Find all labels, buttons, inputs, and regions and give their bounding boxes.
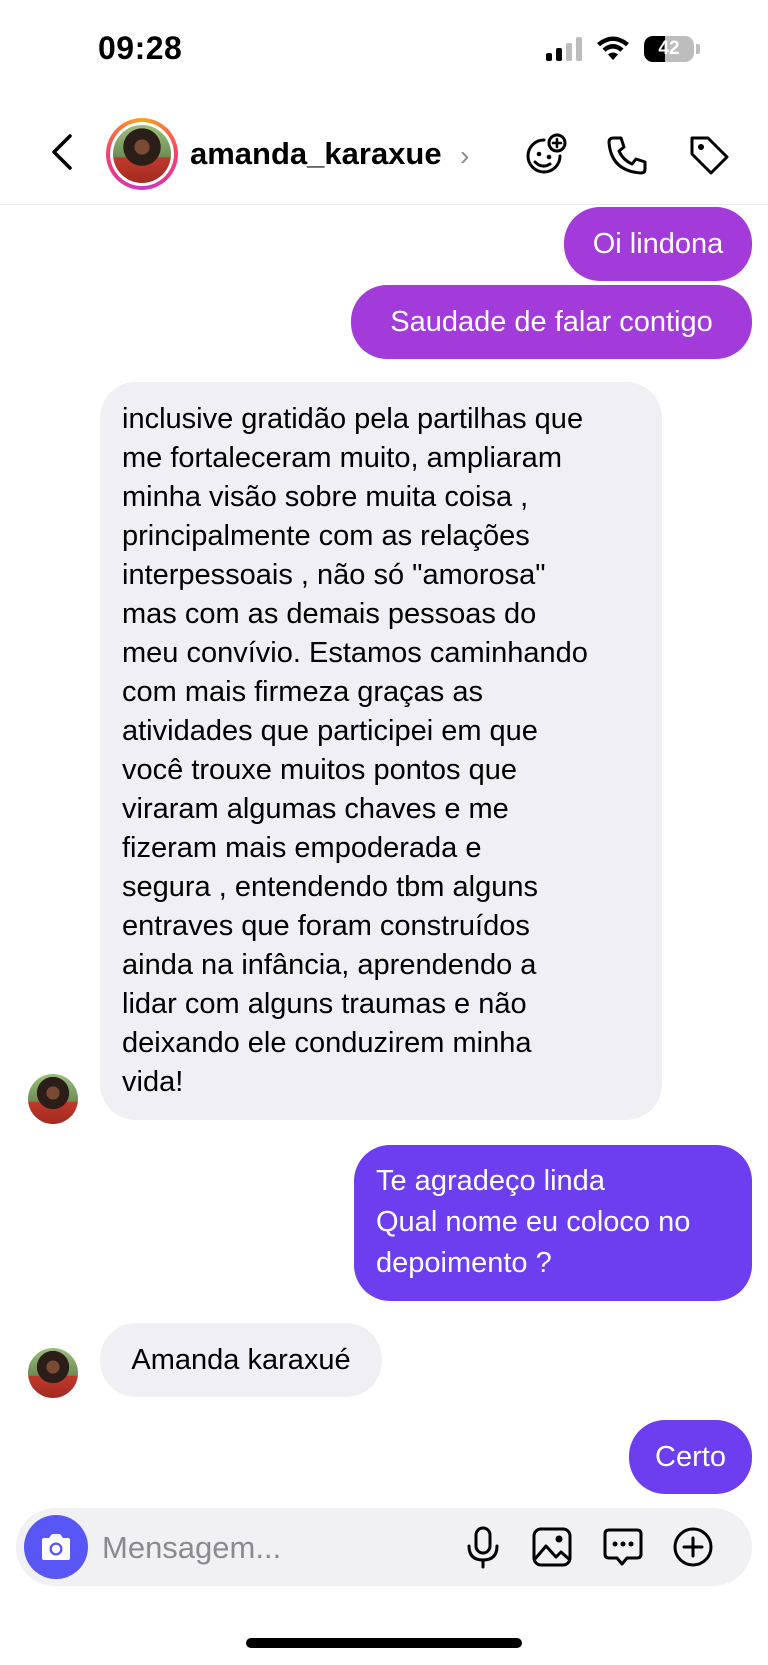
- avatar-photo: [113, 125, 171, 183]
- message-line: inclusive gratidão pela partilhas que: [122, 403, 584, 435]
- image-icon[interactable]: [529, 1524, 575, 1570]
- message-composer: [16, 1508, 752, 1586]
- sender-avatar[interactable]: [28, 1348, 78, 1398]
- message-received[interactable]: Amanda karaxué: [100, 1323, 382, 1397]
- message-line: minha visão sobre muita coisa ,: [122, 481, 529, 513]
- chevron-right-icon[interactable]: ›: [460, 140, 469, 172]
- message-received[interactable]: inclusive gratidão pela partilhas que me…: [100, 382, 662, 1120]
- message-input[interactable]: [100, 1518, 444, 1578]
- status-time: 09:28: [98, 30, 183, 66]
- chat-sticker-icon[interactable]: [600, 1524, 646, 1570]
- message-line: deixando ele conduzirem minha: [122, 1027, 532, 1059]
- microphone-icon[interactable]: [460, 1524, 506, 1570]
- game-sticker-icon[interactable]: [522, 132, 568, 178]
- message-line: você trouxe muitos pontos que: [122, 754, 517, 786]
- status-bar: 09:28 42: [0, 0, 768, 100]
- message-line: viraram algumas chaves e me: [122, 793, 509, 825]
- battery-icon: 42: [644, 36, 694, 62]
- message-text: Certo: [655, 1440, 726, 1473]
- message-line: com mais firmeza graças as: [122, 676, 483, 708]
- message-sent[interactable]: Te agradeço linda Qual nome eu coloco no…: [354, 1145, 752, 1301]
- message-line: me fortaleceram muito, ampliaram: [122, 442, 562, 474]
- message-line: Qual nome eu coloco no: [376, 1206, 691, 1238]
- chevron-left-icon[interactable]: [46, 132, 82, 172]
- message-line: mas com as demais pessoas do: [122, 598, 537, 630]
- profile-avatar[interactable]: [106, 118, 178, 190]
- plus-circle-icon[interactable]: [670, 1524, 716, 1570]
- message-line: interpessoais , não só "amorosa": [122, 559, 546, 591]
- tag-icon[interactable]: [686, 132, 732, 178]
- message-line: vida!: [122, 1066, 184, 1098]
- message-line: Te agradeço linda: [376, 1165, 605, 1197]
- message-sent[interactable]: Certo: [629, 1420, 752, 1494]
- sender-avatar[interactable]: [28, 1074, 78, 1124]
- message-line: fizeram mais empoderada e: [122, 832, 482, 864]
- message-sent[interactable]: Saudade de falar contigo: [351, 285, 752, 359]
- wifi-icon: [597, 36, 629, 60]
- profile-username[interactable]: amanda_karaxue: [190, 136, 442, 172]
- message-line: entraves que foram construídos: [122, 910, 530, 942]
- message-line: depoimento ?: [376, 1247, 552, 1279]
- camera-icon: [42, 1534, 70, 1560]
- chat-header: amanda_karaxue ›: [0, 110, 768, 205]
- camera-button[interactable]: [24, 1515, 88, 1579]
- message-text: Amanda karaxué: [131, 1343, 351, 1376]
- message-text: Saudade de falar contigo: [390, 305, 713, 338]
- home-indicator[interactable]: [246, 1638, 522, 1648]
- battery-level: 42: [658, 38, 680, 59]
- message-sent[interactable]: Oi lindona: [564, 207, 752, 281]
- message-line: principalmente com as relações: [122, 520, 530, 552]
- signal-icon: [546, 37, 582, 61]
- message-line: meu convívio. Estamos caminhando: [122, 637, 588, 669]
- status-icons: 42: [546, 36, 700, 62]
- message-text: Oi lindona: [592, 227, 724, 260]
- message-line: atividades que participei em que: [122, 715, 538, 747]
- message-line: lidar com alguns traumas e não: [122, 988, 527, 1020]
- message-line: segura , entendendo tbm alguns: [122, 871, 538, 903]
- message-line: ainda na infância, aprendendo a: [122, 949, 537, 981]
- phone-icon[interactable]: [604, 132, 650, 178]
